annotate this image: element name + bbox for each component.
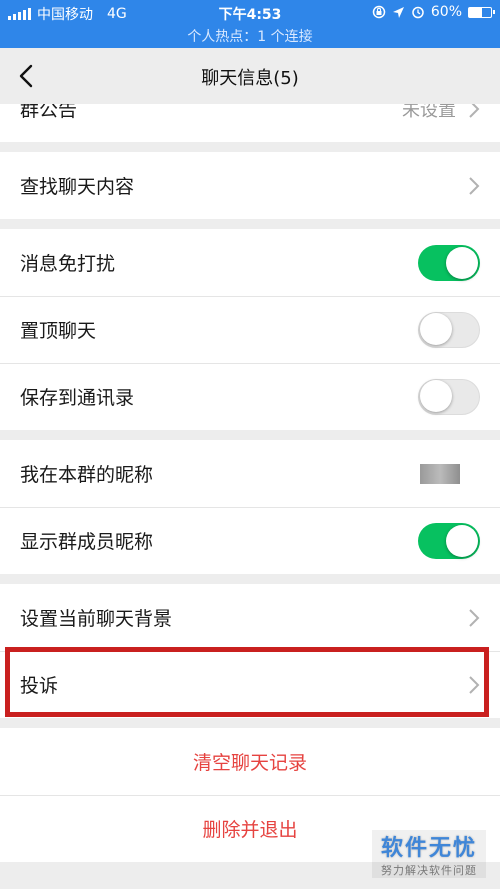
show-nicknames-row: 显示群成员昵称	[0, 507, 500, 574]
nickname-value-blurred	[420, 463, 460, 484]
back-arrow-icon	[19, 64, 33, 88]
back-button[interactable]	[12, 60, 44, 92]
chat-background-row[interactable]: 设置当前聊天背景	[0, 584, 500, 651]
clear-history-label: 清空聊天记录	[192, 752, 307, 774]
chevron-right-icon	[469, 176, 480, 195]
watermark-title: 软件无忧	[380, 836, 477, 861]
pin-label: 置顶聊天	[20, 320, 97, 342]
show-nicknames-label: 显示群成员昵称	[20, 531, 154, 553]
chevron-right-icon	[469, 608, 480, 627]
report-row[interactable]: 投诉	[0, 651, 500, 718]
mute-label: 消息免打扰	[20, 253, 116, 275]
status-bar: 中国移动 4G 下午4:53 60% 个人热点：1 个连接	[0, 0, 500, 48]
chat-background-label: 设置当前聊天背景	[20, 608, 173, 630]
battery-percent: 60%	[430, 4, 462, 20]
show-nicknames-toggle[interactable]	[418, 522, 480, 559]
save-contacts-row: 保存到通讯录	[0, 363, 500, 430]
save-contacts-toggle[interactable]	[418, 378, 480, 415]
announcement-label: 群公告	[20, 104, 78, 121]
delete-exit-label: 删除并退出	[202, 819, 298, 841]
location-icon	[392, 6, 404, 18]
alarm-icon	[412, 6, 424, 19]
pin-row: 置顶聊天	[0, 296, 500, 363]
announcement-value: 未设置	[402, 104, 456, 121]
page-title: 聊天信息(5)	[201, 68, 299, 89]
search-history-label: 查找聊天内容	[20, 176, 135, 198]
settings-list: 群公告 未设置 查找聊天内容 消息免打扰 置顶聊天 保存到通讯录 我在本群的昵称	[0, 104, 500, 862]
mute-row: 消息免打扰	[0, 229, 500, 296]
watermark: 软件无忧 努力解决软件问题	[372, 830, 486, 878]
nav-bar: 聊天信息(5)	[0, 48, 500, 104]
search-history-row[interactable]: 查找聊天内容	[0, 152, 500, 219]
mute-toggle[interactable]	[418, 244, 480, 281]
hotspot-banner[interactable]: 个人热点：1 个连接	[0, 26, 500, 46]
my-nickname-row[interactable]: 我在本群的昵称	[0, 440, 500, 507]
chevron-right-icon	[469, 675, 480, 694]
watermark-subtitle: 努力解决软件问题	[381, 864, 477, 877]
pin-toggle[interactable]	[418, 311, 480, 348]
rotation-lock-icon	[372, 5, 386, 19]
battery-icon	[468, 6, 495, 18]
chevron-right-icon	[469, 104, 480, 118]
save-contacts-label: 保存到通讯录	[20, 387, 135, 409]
report-label: 投诉	[20, 675, 59, 697]
clear-history-button[interactable]: 清空聊天记录	[0, 728, 500, 795]
my-nickname-label: 我在本群的昵称	[20, 464, 154, 486]
announcement-row[interactable]: 群公告 未设置	[0, 104, 500, 142]
